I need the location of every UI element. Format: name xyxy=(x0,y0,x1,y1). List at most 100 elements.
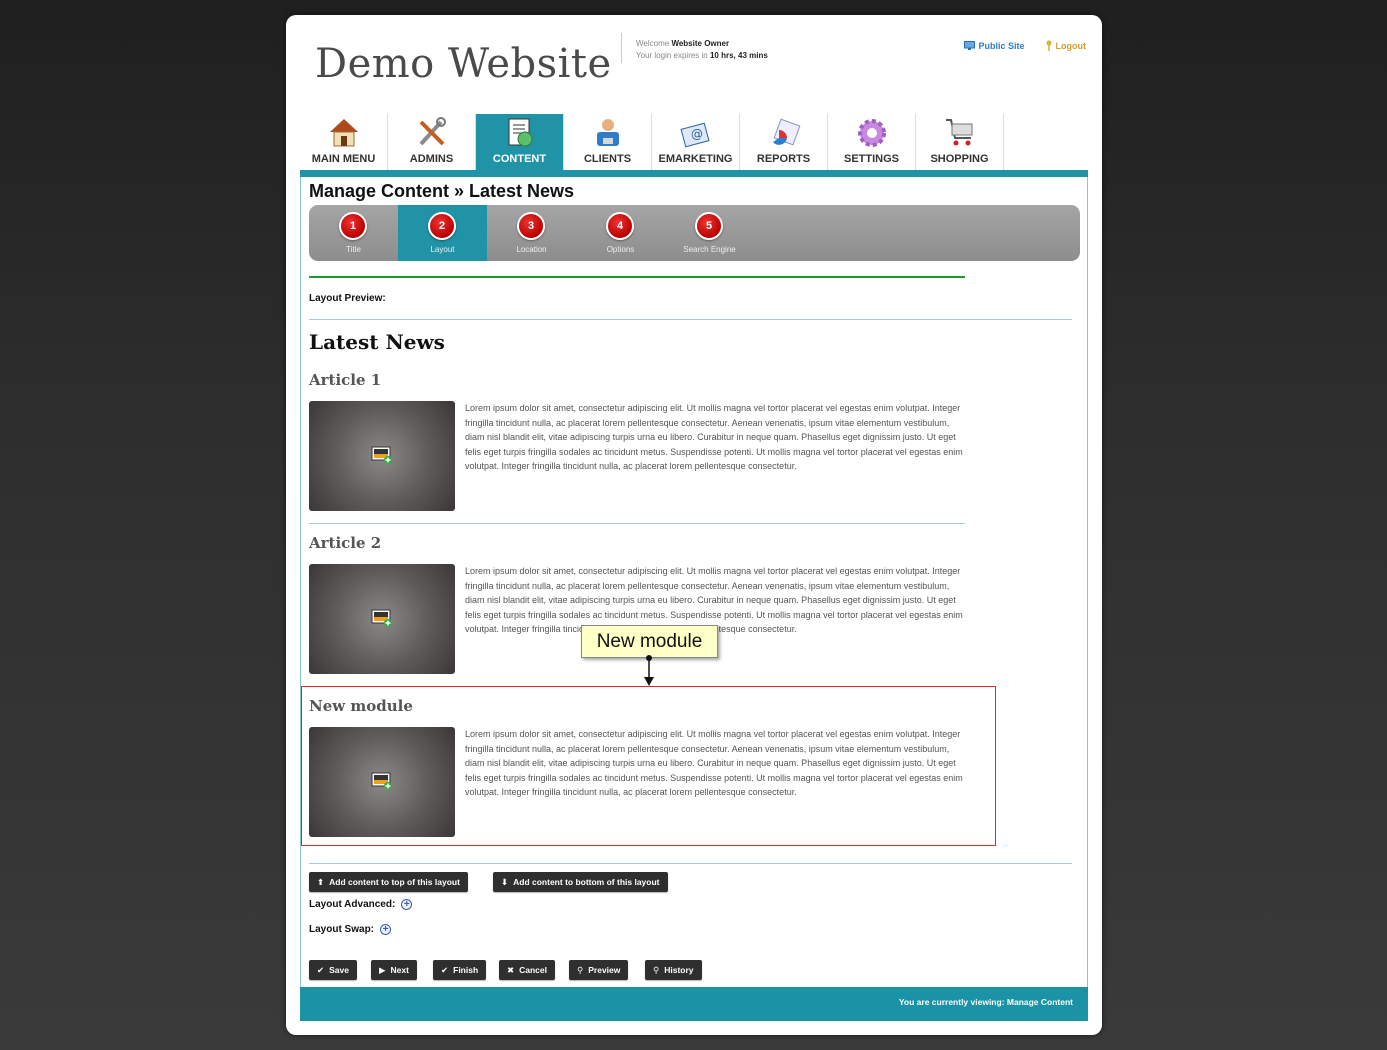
welcome-prefix: Welcome xyxy=(636,39,670,48)
nav-item-reports[interactable]: REPORTS xyxy=(740,114,828,170)
preview-bottom-divider xyxy=(309,863,1072,864)
add-image-icon xyxy=(371,446,392,464)
gear-icon xyxy=(858,119,886,147)
public-site-label: Public Site xyxy=(978,40,1025,51)
play-icon: ▶ xyxy=(379,964,386,975)
nav-label: SETTINGS xyxy=(843,153,899,165)
nav-item-clients[interactable]: CLIENTS xyxy=(564,114,652,170)
expand-plus-icon[interactable]: + xyxy=(401,899,413,910)
step-label: Title xyxy=(346,245,361,254)
preview-heading: Latest News xyxy=(309,330,445,354)
arrow-up-icon: ⬆ xyxy=(317,876,325,887)
step-label: Location xyxy=(516,245,547,254)
finish-label: Finish xyxy=(453,965,479,975)
add-content-top-label: Add content to top of this layout xyxy=(329,877,460,887)
add-image-icon xyxy=(371,772,392,790)
cancel-button[interactable]: ✖ Cancel xyxy=(499,960,555,980)
step-options[interactable]: 4 Options xyxy=(576,205,665,261)
step-title[interactable]: 1 Title xyxy=(309,205,398,261)
app-window: Demo Website Welcome Website Owner Your … xyxy=(286,15,1102,1035)
article-divider xyxy=(309,523,965,524)
next-button[interactable]: ▶ Next xyxy=(371,960,417,980)
nav-underline xyxy=(300,170,1088,177)
step-number: 1 xyxy=(339,212,367,240)
check-icon: ✔ xyxy=(441,964,449,975)
arrow-down-icon: ⬇ xyxy=(501,876,509,887)
save-label: Save xyxy=(329,965,349,975)
house-icon xyxy=(330,119,358,147)
layout-preview-label: Layout Preview: xyxy=(309,293,386,304)
progress-rule xyxy=(309,276,965,278)
article-thumbnail[interactable] xyxy=(309,564,455,674)
nav-item-settings[interactable]: SETTINGS xyxy=(828,114,916,170)
nav-label: ADMINS xyxy=(409,153,454,165)
login-expires-value: 10 hrs, 43 mins xyxy=(709,51,768,60)
finish-button[interactable]: ✔ Finish xyxy=(433,960,487,980)
article-thumbnail[interactable] xyxy=(309,727,455,837)
tooltip-arrow-icon xyxy=(644,655,654,686)
preview-divider xyxy=(309,319,1072,320)
check-icon: ✔ xyxy=(317,964,325,975)
next-label: Next xyxy=(390,965,409,975)
tools-icon xyxy=(419,117,446,146)
new-module-tooltip: New module xyxy=(581,625,718,658)
document-icon xyxy=(508,118,533,147)
login-expires-prefix: Your login expires in xyxy=(636,51,708,60)
top-links: Public Site Logout xyxy=(964,40,1086,51)
save-button[interactable]: ✔ Save xyxy=(309,960,357,980)
add-content-bottom-label: Add content to bottom of this layout xyxy=(513,877,660,887)
layout-swap-label: Layout Swap: xyxy=(309,924,375,935)
site-logo[interactable]: Demo Website xyxy=(315,41,612,87)
nav-item-main-menu[interactable]: MAIN MENU xyxy=(300,114,388,170)
nav-item-emarketing[interactable]: @ EMARKETING xyxy=(652,114,740,170)
step-label: Layout xyxy=(430,245,455,254)
add-image-icon xyxy=(371,609,392,627)
layout-advanced-label: Layout Advanced: xyxy=(309,899,396,910)
nav-item-shopping[interactable]: SHOPPING xyxy=(916,114,1004,170)
step-location[interactable]: 3 Location xyxy=(487,205,576,261)
logout-link[interactable]: Logout xyxy=(1045,40,1086,51)
step-number: 3 xyxy=(517,212,545,240)
article-body: Lorem ipsum dolor sit amet, consectetur … xyxy=(465,729,963,797)
key-icon xyxy=(1045,40,1052,51)
history-label: History xyxy=(664,965,694,975)
article-title: Article 1 xyxy=(309,371,382,389)
cart-icon xyxy=(946,119,973,146)
step-label: Options xyxy=(606,245,635,254)
wrench-icon: ⚲ xyxy=(577,964,584,975)
expand-plus-icon[interactable]: + xyxy=(380,924,392,935)
article-body: Lorem ipsum dolor sit amet, consectetur … xyxy=(465,403,963,471)
preview-label: Preview xyxy=(588,965,621,975)
nav-item-admins[interactable]: ADMINS xyxy=(388,114,476,170)
wizard-steps: 1 Title 2 Layout 3 Location 4 Options 5 … xyxy=(309,205,1080,261)
nav-label: REPORTS xyxy=(756,153,811,165)
main-nav: MAIN MENU ADMINS CONTENT CLIENTS @ EMARK… xyxy=(300,114,1004,170)
close-icon: ✖ xyxy=(507,964,515,975)
clients-icon xyxy=(597,119,619,146)
add-content-top-button[interactable]: ⬆ Add content to top of this layout xyxy=(309,872,468,892)
nav-item-content[interactable]: CONTENT xyxy=(476,114,564,170)
layout-swap-row: Layout Swap: + xyxy=(309,924,392,935)
svg-text:@: @ xyxy=(691,127,703,141)
header-divider xyxy=(621,33,622,63)
public-site-link[interactable]: Public Site xyxy=(964,40,1025,51)
step-layout[interactable]: 2 Layout xyxy=(398,205,487,261)
welcome-block: Welcome Website Owner Your login expires… xyxy=(636,38,768,62)
add-content-bottom-button[interactable]: ⬇ Add content to bottom of this layout xyxy=(493,872,668,892)
nav-label: CLIENTS xyxy=(583,153,632,165)
wrench-icon: ⚲ xyxy=(653,964,660,975)
cancel-label: Cancel xyxy=(519,965,547,975)
step-search-engine[interactable]: 5 Search Engine xyxy=(665,205,754,261)
preview-button[interactable]: ⚲ Preview xyxy=(569,960,629,980)
nav-label: CONTENT xyxy=(492,153,547,165)
history-button[interactable]: ⚲ History xyxy=(645,960,702,980)
user-name: Website Owner xyxy=(671,39,730,48)
article-title: Article 2 xyxy=(309,534,382,552)
step-number: 2 xyxy=(428,212,456,240)
reports-icon xyxy=(773,118,801,146)
page-title: Manage Content » Latest News xyxy=(309,181,575,201)
article-thumbnail[interactable] xyxy=(309,401,455,511)
nav-label: EMARKETING xyxy=(658,153,733,165)
step-number: 5 xyxy=(695,212,723,240)
monitor-icon xyxy=(964,40,976,50)
